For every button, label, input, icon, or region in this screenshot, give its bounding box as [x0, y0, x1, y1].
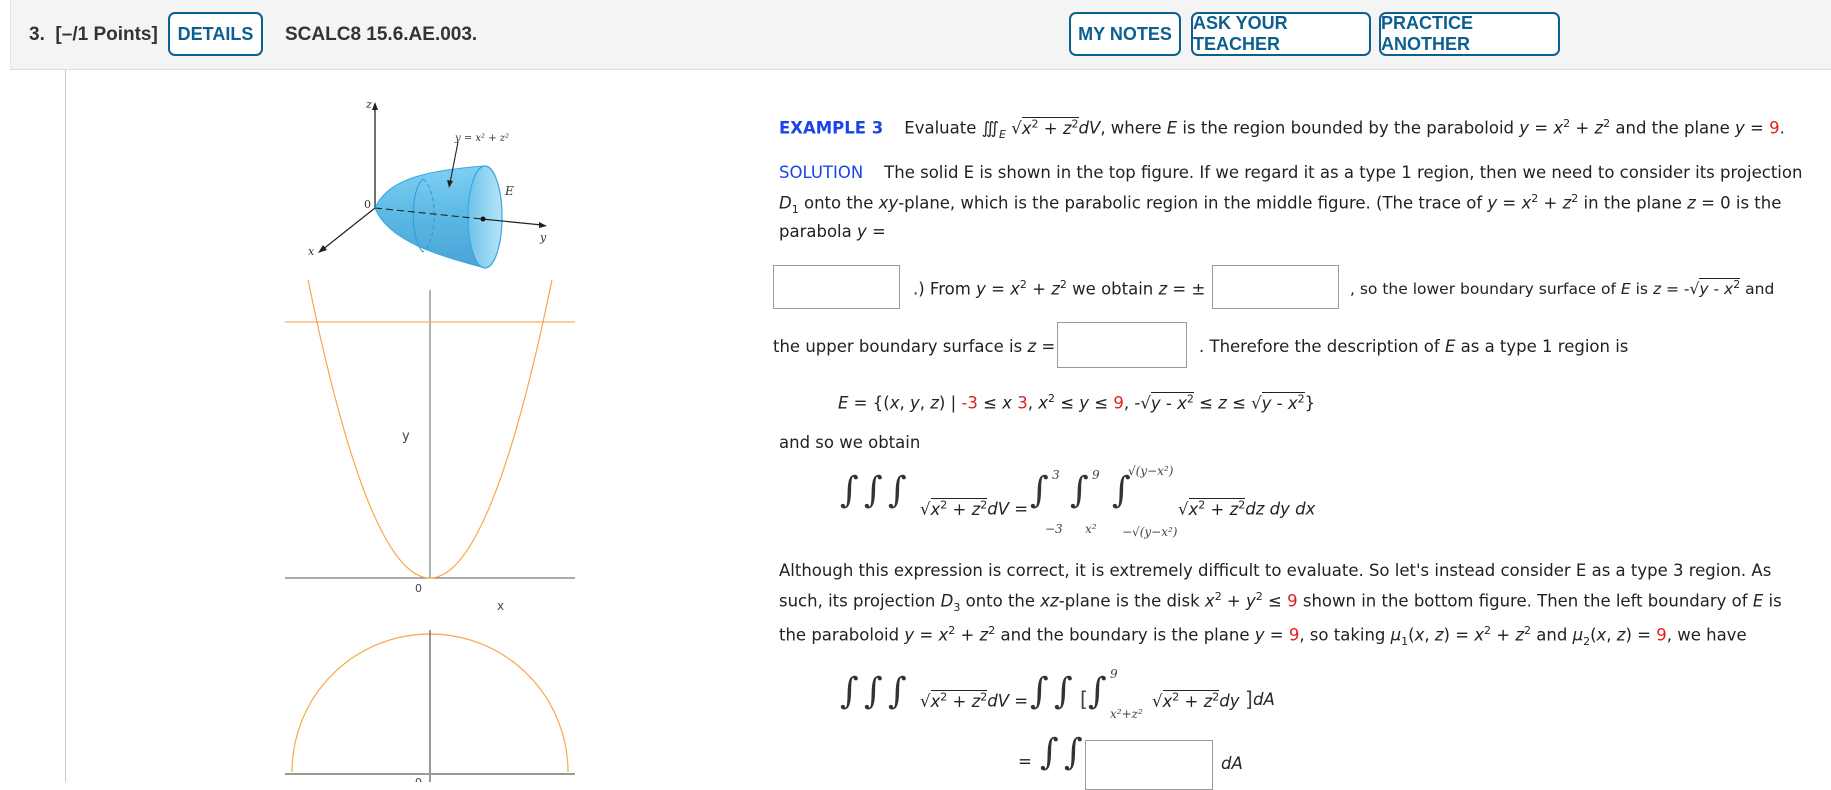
solution-line-4a: .) From y = x2 + z2 we obtain z = ± — [913, 278, 1206, 299]
z-axis-label: z — [365, 98, 372, 111]
region-description: E = {(x, y, z) | -3 ≤ x 3, x2 ≤ y ≤ 9, -… — [838, 391, 1316, 413]
solution-line-4b: , so the lower boundary surface of E is … — [1350, 278, 1775, 299]
y-axis-arrow-icon — [539, 222, 547, 228]
equals-sign: = — [1018, 752, 1032, 771]
x-axis-label: x — [308, 245, 315, 258]
paraboloid-3d-figure: z x y 0 y = x² + z² E — [308, 98, 547, 269]
solution-label: SOLUTION — [779, 163, 864, 182]
y-axis-label: y — [402, 429, 410, 444]
origin-label: 0 — [415, 582, 422, 595]
upper-surface-answer-input[interactable] — [1057, 322, 1187, 368]
y-axis-label: y — [539, 231, 547, 244]
and-so-text: and so we obtain — [779, 433, 921, 452]
practice-another-button[interactable]: PRACTICE ANOTHER — [1379, 12, 1560, 56]
dA-label: dA — [1221, 754, 1243, 773]
point-on-axis — [480, 216, 486, 222]
plane-value: 9 — [1769, 118, 1780, 138]
x-axis — [321, 207, 376, 251]
details-button[interactable]: DETAILS — [168, 12, 263, 56]
content-left-border — [65, 70, 66, 782]
solution-line-5b: . Therefore the description of E as a ty… — [1199, 337, 1629, 356]
origin-label: 0 — [415, 776, 422, 782]
solution-line-2: D1 onto the xy-plane, which is the parab… — [779, 192, 1782, 216]
disk-xz-figure: 0 — [285, 630, 575, 782]
region-e-label: E — [504, 184, 514, 198]
points-label: [–/1 Points] — [55, 24, 158, 45]
para2-line-3: the paraboloid y = x2 + z2 and the bound… — [779, 624, 1747, 648]
question-number: 3. [–/1 Points] — [29, 24, 158, 45]
x-axis-arrow-icon — [318, 245, 327, 253]
solution-line-1: SOLUTION The solid E is shown in the top… — [779, 163, 1803, 182]
solution-line-5a: the upper boundary surface is z = — [773, 337, 1056, 356]
my-notes-button[interactable]: MY NOTES — [1069, 12, 1181, 56]
solution-line-3: parabola y = — [779, 222, 886, 241]
double-integral-sign: ∫ — [1064, 732, 1083, 773]
example-label: EXAMPLE 3 — [779, 118, 884, 138]
parabola-xy-figure: y x 0 — [285, 280, 575, 613]
origin-label: 0 — [364, 198, 371, 211]
surface-equation-label: y = x² + z² — [454, 133, 509, 144]
question-header: 3. [–/1 Points] DETAILS SCALC8 15.6.AE.0… — [10, 0, 1831, 70]
paraboloid-cap — [467, 165, 503, 269]
example-statement: EXAMPLE 3 Evaluate ∭E √x2 + z2dV, where … — [779, 116, 1785, 141]
z-axis-arrow-icon — [372, 102, 378, 110]
para2-line-1: Although this expression is correct, it … — [779, 561, 1772, 580]
double-integral-sign: ∫ — [1040, 732, 1059, 773]
parabola-answer-input[interactable] — [773, 265, 900, 309]
ask-your-teacher-button[interactable]: ASK YOUR TEACHER — [1191, 12, 1371, 56]
x-axis-label: x — [497, 599, 504, 613]
z-plusminus-answer-input[interactable] — [1212, 265, 1339, 309]
problem-code: SCALC8 15.6.AE.003. — [285, 24, 478, 45]
inner-integral-answer-input[interactable] — [1085, 740, 1213, 790]
para2-line-2: such, its projection D3 onto the xz-plan… — [779, 590, 1782, 614]
